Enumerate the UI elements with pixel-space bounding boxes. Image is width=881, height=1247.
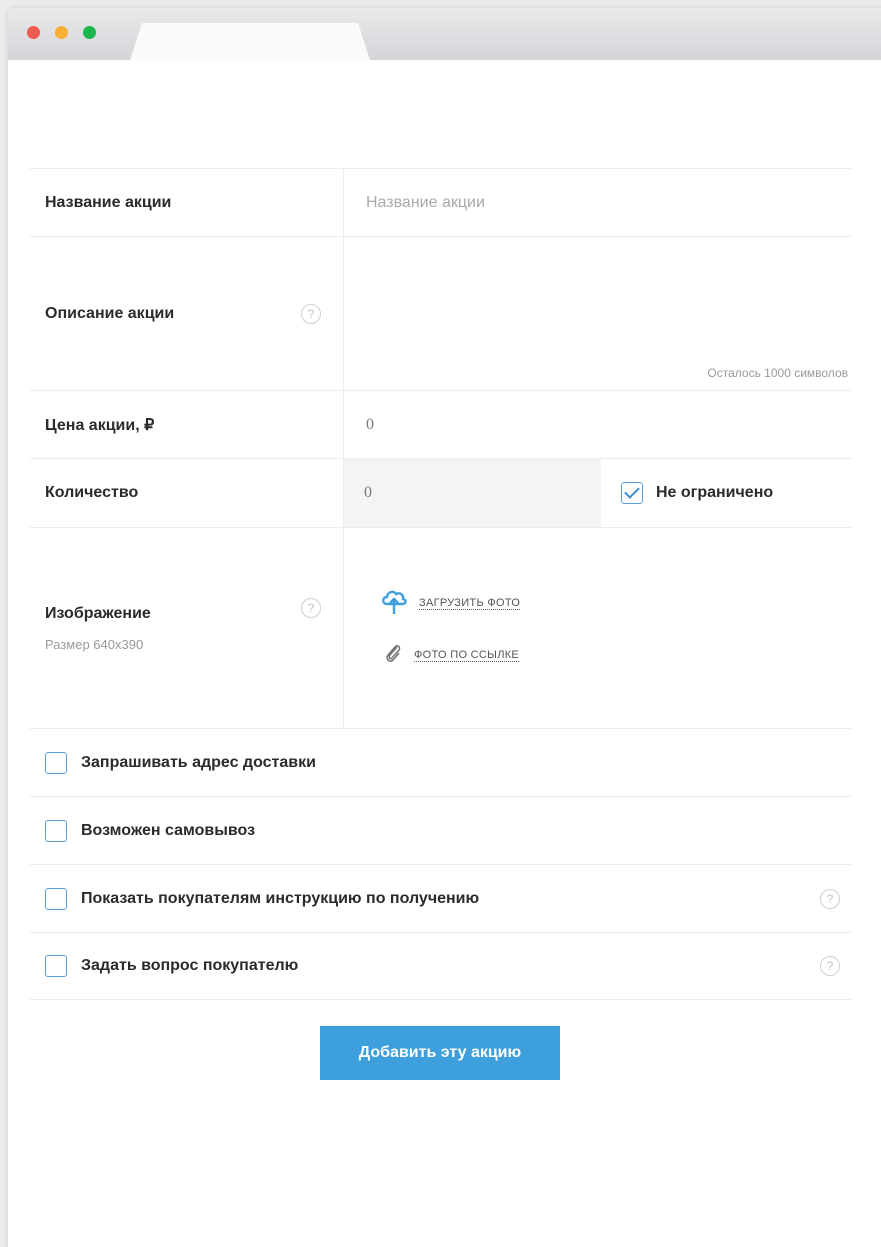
option-delivery-address[interactable]: Запрашивать адрес доставки bbox=[30, 728, 852, 796]
delivery-address-checkbox[interactable] bbox=[45, 751, 67, 774]
name-placeholder: Название акции bbox=[366, 193, 485, 211]
promo-form: Название акции Название акции Описание а… bbox=[30, 168, 852, 1000]
quantity-input[interactable]: 0 bbox=[344, 459, 601, 527]
description-row: Описание акции ? Осталось 1000 символов bbox=[30, 236, 852, 390]
question-icon[interactable]: ? bbox=[301, 303, 321, 324]
price-row: Цена акции, ₽ 0 bbox=[30, 390, 852, 458]
name-label-cell: Название акции bbox=[30, 169, 344, 236]
price-input[interactable]: 0 bbox=[344, 391, 852, 458]
quantity-label: Количество bbox=[45, 484, 139, 501]
quantity-value: 0 bbox=[364, 484, 372, 501]
question-icon[interactable]: ? bbox=[301, 598, 321, 618]
pickup-label: Возможен самовывоз bbox=[81, 821, 256, 839]
name-row: Название акции Название акции bbox=[30, 168, 852, 236]
image-size-hint: Размер 640x390 bbox=[45, 636, 144, 652]
image-row: Изображение Размер 640x390 ? ЗАГРУЗИТЬ Ф… bbox=[30, 527, 852, 728]
price-label-cell: Цена акции, ₽ bbox=[30, 391, 344, 458]
maximize-window-button[interactable] bbox=[83, 26, 96, 39]
window-titlebar bbox=[8, 8, 881, 60]
unlimited-checkbox[interactable] bbox=[621, 482, 643, 504]
name-label: Название акции bbox=[45, 193, 172, 211]
upload-photo-label: ЗАГРУЗИТЬ ФОТО bbox=[419, 597, 521, 610]
add-promo-button[interactable]: Добавить эту акцию bbox=[320, 1026, 560, 1080]
photo-by-url-label: ФОТО ПО ССЫЛКЕ bbox=[414, 649, 520, 662]
show-instructions-checkbox[interactable] bbox=[45, 887, 67, 910]
option-ask-question[interactable]: Задать вопрос покупателю ? bbox=[30, 932, 852, 1000]
description-textarea[interactable]: Осталось 1000 символов bbox=[344, 237, 852, 390]
description-label: Описание акции bbox=[45, 304, 175, 322]
delivery-address-label: Запрашивать адрес доставки bbox=[81, 753, 316, 771]
unlimited-label: Не ограничено bbox=[656, 484, 774, 501]
close-window-button[interactable] bbox=[27, 26, 40, 39]
cloud-upload-icon bbox=[379, 587, 409, 620]
quantity-value-cell: 0 Не ограничено bbox=[344, 459, 852, 527]
ask-question-label: Задать вопрос покупателю bbox=[81, 957, 299, 974]
question-icon[interactable]: ? bbox=[820, 888, 840, 909]
char-counter: Осталось 1000 символов bbox=[707, 366, 848, 380]
photo-by-url-link[interactable]: ФОТО ПО ССЫЛКЕ bbox=[384, 642, 520, 669]
browser-tab[interactable] bbox=[130, 23, 370, 60]
minimize-window-button[interactable] bbox=[55, 26, 68, 39]
image-upload-area: ЗАГРУЗИТЬ ФОТО ФОТО ПО ССЫЛКЕ bbox=[344, 528, 852, 728]
quantity-label-cell: Количество bbox=[30, 459, 344, 527]
option-show-instructions[interactable]: Показать покупателям инструкцию по получ… bbox=[30, 864, 852, 932]
option-pickup[interactable]: Возможен самовывоз bbox=[30, 796, 852, 864]
name-input[interactable]: Название акции bbox=[344, 169, 852, 236]
image-label-cell: Изображение Размер 640x390 ? bbox=[30, 528, 344, 728]
pickup-checkbox[interactable] bbox=[45, 819, 67, 842]
show-instructions-label: Показать покупателям инструкцию по получ… bbox=[81, 889, 480, 907]
price-value: 0 bbox=[366, 415, 374, 433]
price-label: Цена акции, ₽ bbox=[45, 416, 155, 434]
unlimited-option[interactable]: Не ограничено bbox=[601, 482, 773, 504]
question-icon[interactable]: ? bbox=[820, 956, 840, 976]
ask-question-checkbox[interactable] bbox=[45, 955, 67, 977]
upload-photo-link[interactable]: ЗАГРУЗИТЬ ФОТО bbox=[379, 587, 521, 620]
quantity-row: Количество 0 Не ограничено bbox=[30, 458, 852, 527]
paperclip-icon bbox=[384, 642, 404, 669]
image-label: Изображение bbox=[45, 604, 151, 622]
description-label-cell: Описание акции ? bbox=[30, 237, 344, 390]
